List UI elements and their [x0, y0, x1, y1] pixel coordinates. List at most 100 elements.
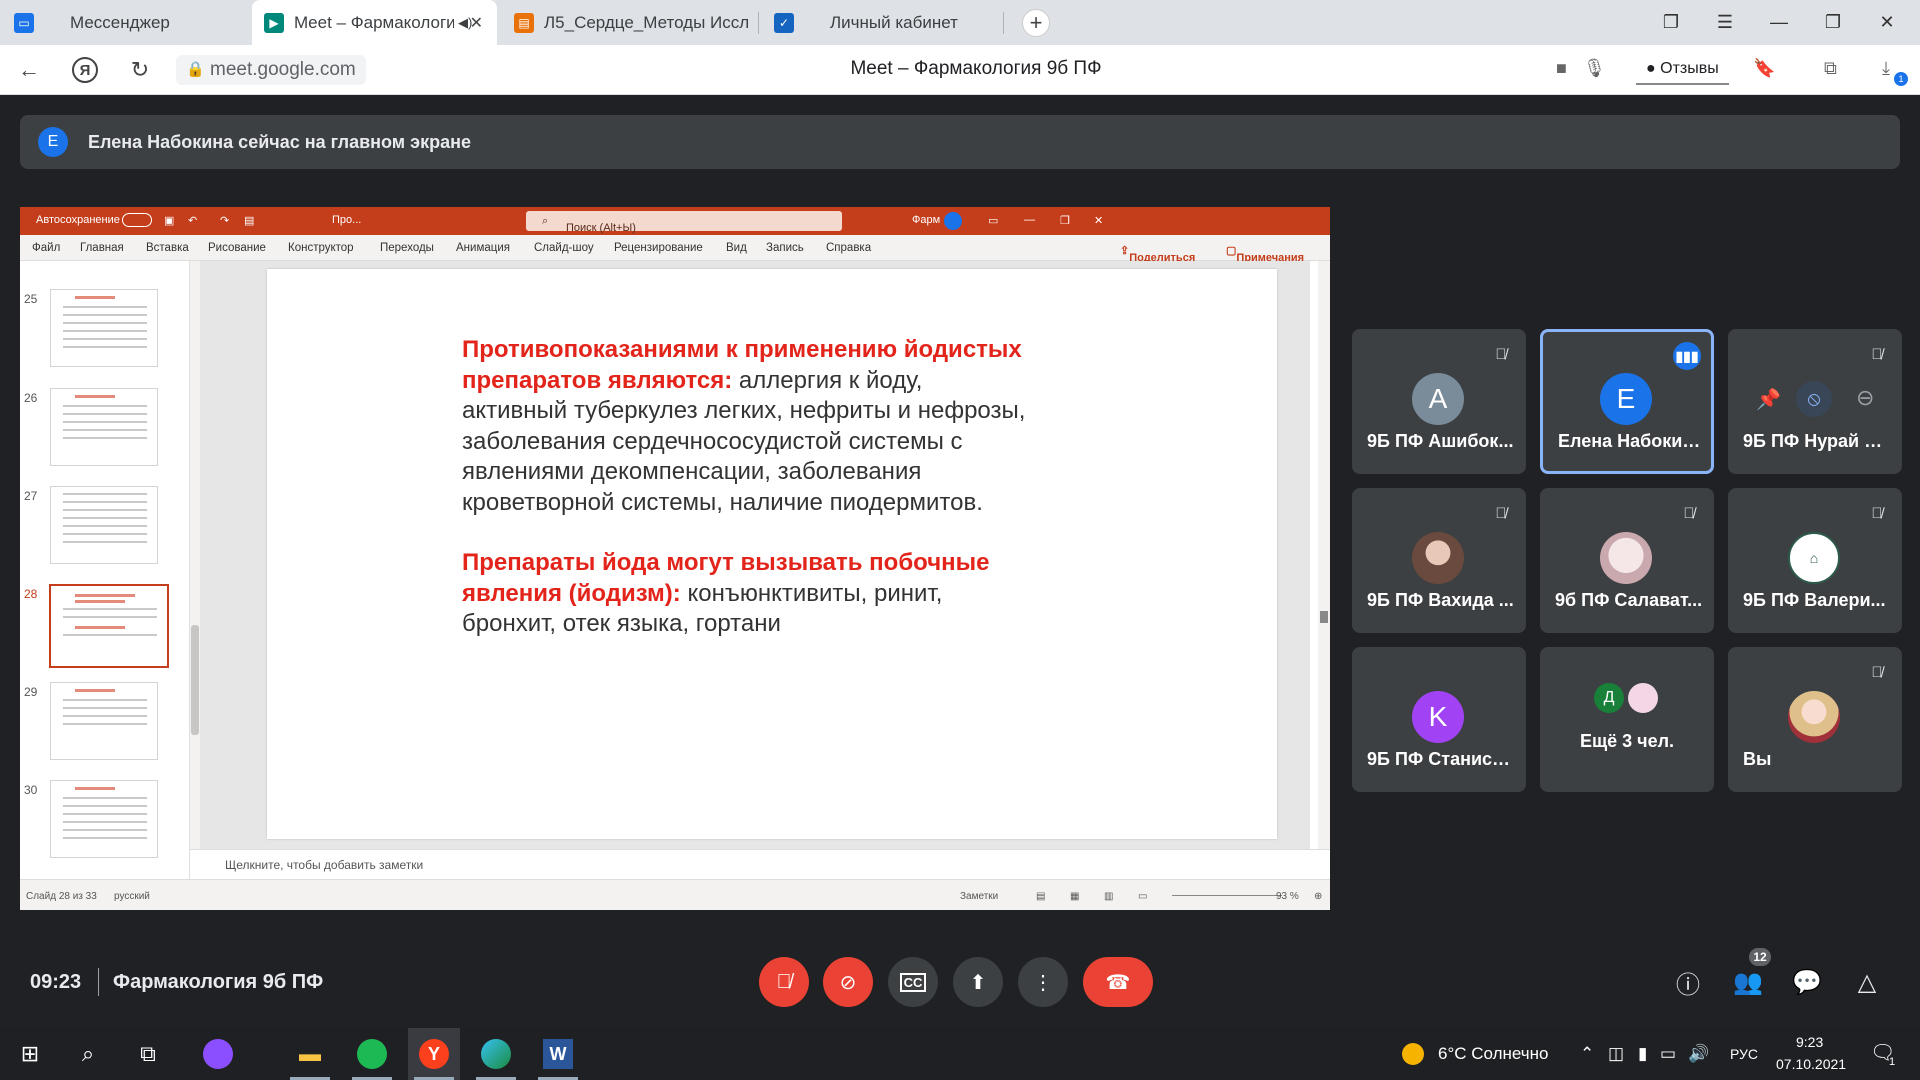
- menu-draw[interactable]: Рисование: [208, 242, 266, 254]
- participant-tile[interactable]: 🎙̸ 📌 ⦸ ⊖ 9Б ПФ Нурай Ф...: [1728, 329, 1902, 474]
- downloads-icon[interactable]: ⤓: [1882, 58, 1890, 79]
- tab-cabinet[interactable]: ✓ Личный кабинет: [760, 0, 1000, 45]
- shared-screen[interactable]: Автосохранение ▣ ↶ ↷ ▤ Про... ⌕ Поиск (A…: [20, 207, 1330, 910]
- system-date[interactable]: 07.10.2021: [1776, 1056, 1846, 1072]
- participant-tile[interactable]: 🎙̸ 9б ПФ Салават...: [1540, 488, 1714, 633]
- user-avatar[interactable]: [944, 212, 962, 230]
- collections-icon[interactable]: ❐: [1644, 0, 1698, 45]
- undo-icon[interactable]: ↶: [188, 214, 197, 227]
- zoom-level[interactable]: 93 %: [1276, 891, 1299, 902]
- normal-view-icon[interactable]: ▤: [1036, 891, 1045, 902]
- mute-participant-icon[interactable]: ⦸: [1796, 381, 1832, 417]
- extensions-icon[interactable]: ⧉: [1824, 58, 1837, 79]
- menu-insert[interactable]: Вставка: [146, 242, 189, 254]
- minimize-icon[interactable]: —: [1752, 0, 1806, 45]
- mic-toggle-button[interactable]: 🎙̸: [759, 957, 809, 1007]
- tab-pdf[interactable]: ▤ Л5_Сердце_Методы Иссле: [500, 0, 755, 45]
- more-options-button[interactable]: ⋮: [1018, 957, 1068, 1007]
- redo-icon[interactable]: ↷: [220, 214, 229, 227]
- slide-thumbnail[interactable]: [50, 289, 158, 367]
- menu-design[interactable]: Конструктор: [288, 242, 354, 254]
- new-tab-button[interactable]: +: [1022, 9, 1050, 37]
- present-button[interactable]: ⬆: [953, 957, 1003, 1007]
- participant-tile[interactable]: K 9Б ПФ Станисл...: [1352, 647, 1526, 792]
- slide-thumbnail-selected[interactable]: [49, 584, 169, 668]
- spotify-icon[interactable]: [346, 1028, 398, 1080]
- restore-icon[interactable]: ❐: [1806, 0, 1860, 45]
- meeting-name[interactable]: Фармакология 9б ПФ: [113, 971, 323, 994]
- fit-slide-icon[interactable]: ⊕: [1314, 891, 1322, 902]
- camera-icon[interactable]: ■: [1556, 58, 1567, 79]
- alice-icon[interactable]: [192, 1028, 244, 1080]
- menu-home[interactable]: Главная: [80, 242, 124, 254]
- ribbon-options-icon[interactable]: ▭: [988, 214, 998, 227]
- weather-sun-icon[interactable]: [1402, 1043, 1424, 1065]
- menu-help[interactable]: Справка: [826, 242, 871, 254]
- present-icon[interactable]: ▤: [244, 214, 254, 227]
- participant-tile-speaking[interactable]: ▮▮▮ E Елена Набокина: [1540, 329, 1714, 474]
- menu-transitions[interactable]: Переходы: [380, 242, 434, 254]
- leave-call-button[interactable]: ☎: [1083, 957, 1153, 1007]
- self-tile[interactable]: 🎙̸ Вы: [1728, 647, 1902, 792]
- share-button[interactable]: ⇪ Поделиться: [1120, 242, 1195, 264]
- camera-toggle-button[interactable]: ⊘: [823, 957, 873, 1007]
- windows-start-icon[interactable]: ⊞: [4, 1028, 56, 1080]
- search-icon[interactable]: ⌕: [62, 1028, 114, 1080]
- captions-button[interactable]: CC: [888, 957, 938, 1007]
- ppt-restore-icon[interactable]: ❐: [1060, 214, 1070, 227]
- weather-text[interactable]: 6°C Солнечно: [1438, 1044, 1549, 1064]
- network-icon[interactable]: ▭: [1660, 1044, 1676, 1064]
- system-time[interactable]: 9:23: [1796, 1034, 1823, 1050]
- menu-review[interactable]: Рецензирование: [614, 242, 703, 254]
- document-name[interactable]: Про...: [332, 214, 361, 226]
- menu-file[interactable]: Файл: [32, 242, 60, 254]
- feedback-button[interactable]: ● Отзывы: [1636, 53, 1729, 85]
- input-language[interactable]: РУС: [1730, 1046, 1758, 1062]
- menu-icon[interactable]: ☰: [1698, 0, 1752, 45]
- close-tab-icon[interactable]: ✕: [470, 13, 483, 33]
- slide-thumbnail[interactable]: [50, 780, 158, 858]
- microphone-icon[interactable]: 🎙: [1583, 58, 1606, 79]
- menu-slideshow[interactable]: Слайд-шоу: [534, 242, 594, 254]
- yandex-browser-icon[interactable]: Y: [408, 1028, 460, 1080]
- zoom-slider[interactable]: [1172, 895, 1282, 896]
- participant-tile[interactable]: 🎙̸ A 9Б ПФ Ашибок...: [1352, 329, 1526, 474]
- autosave-toggle[interactable]: [122, 213, 152, 227]
- file-explorer-icon[interactable]: ▬: [284, 1028, 336, 1080]
- thumbnails-scrollbar[interactable]: [190, 261, 200, 849]
- close-window-icon[interactable]: ✕: [1860, 0, 1914, 45]
- word-icon[interactable]: W: [532, 1028, 584, 1080]
- ppt-search-box[interactable]: ⌕ Поиск (Alt+Ы): [526, 211, 842, 234]
- edge-icon[interactable]: [470, 1028, 522, 1080]
- meet-now-icon[interactable]: ◫: [1608, 1044, 1624, 1064]
- comments-button[interactable]: ▢ Примечания: [1226, 242, 1304, 264]
- mic-tray-icon[interactable]: ▮: [1638, 1044, 1647, 1064]
- language-status[interactable]: русский: [114, 891, 150, 902]
- task-view-icon[interactable]: ⧉: [122, 1028, 174, 1080]
- tray-overflow-icon[interactable]: ⌃: [1580, 1044, 1594, 1064]
- activities-icon[interactable]: △: [1852, 967, 1882, 997]
- slide-thumbnail[interactable]: [50, 388, 158, 466]
- remove-icon[interactable]: ⊖: [1856, 385, 1874, 411]
- notes-pane[interactable]: Щелкните, чтобы добавить заметки: [190, 849, 1330, 879]
- participant-tile[interactable]: 🎙̸ ⌂ 9Б ПФ Валери...: [1728, 488, 1902, 633]
- tab-meet[interactable]: ▶ Meet – Фармакологи ◀) ✕: [252, 0, 497, 45]
- slide-thumbnail[interactable]: [50, 486, 158, 564]
- people-icon[interactable]: 👥: [1733, 967, 1763, 997]
- volume-icon[interactable]: 🔊: [1688, 1044, 1709, 1064]
- ppt-minimize-icon[interactable]: —: [1024, 214, 1035, 226]
- tab-messenger[interactable]: ▭ Мессенджер: [0, 0, 250, 45]
- menu-animations[interactable]: Анимация: [456, 242, 510, 254]
- ppt-close-icon[interactable]: ✕: [1094, 214, 1103, 227]
- reading-view-icon[interactable]: ▥: [1104, 891, 1113, 902]
- sorter-view-icon[interactable]: ▦: [1070, 891, 1079, 902]
- menu-view[interactable]: Вид: [726, 242, 747, 254]
- more-participants-tile[interactable]: Д Ещё 3 чел.: [1540, 647, 1714, 792]
- save-icon[interactable]: ▣: [164, 214, 174, 227]
- slide-thumbnail[interactable]: [50, 682, 158, 760]
- participant-tile[interactable]: 🎙̸ 9Б ПФ Вахида ...: [1352, 488, 1526, 633]
- slide[interactable]: Противопоказаниями к применению йодистых…: [267, 269, 1277, 839]
- chat-icon[interactable]: 💬: [1792, 967, 1822, 997]
- meeting-info-icon[interactable]: ⓘ: [1673, 967, 1703, 999]
- pin-icon[interactable]: 📌: [1756, 387, 1781, 412]
